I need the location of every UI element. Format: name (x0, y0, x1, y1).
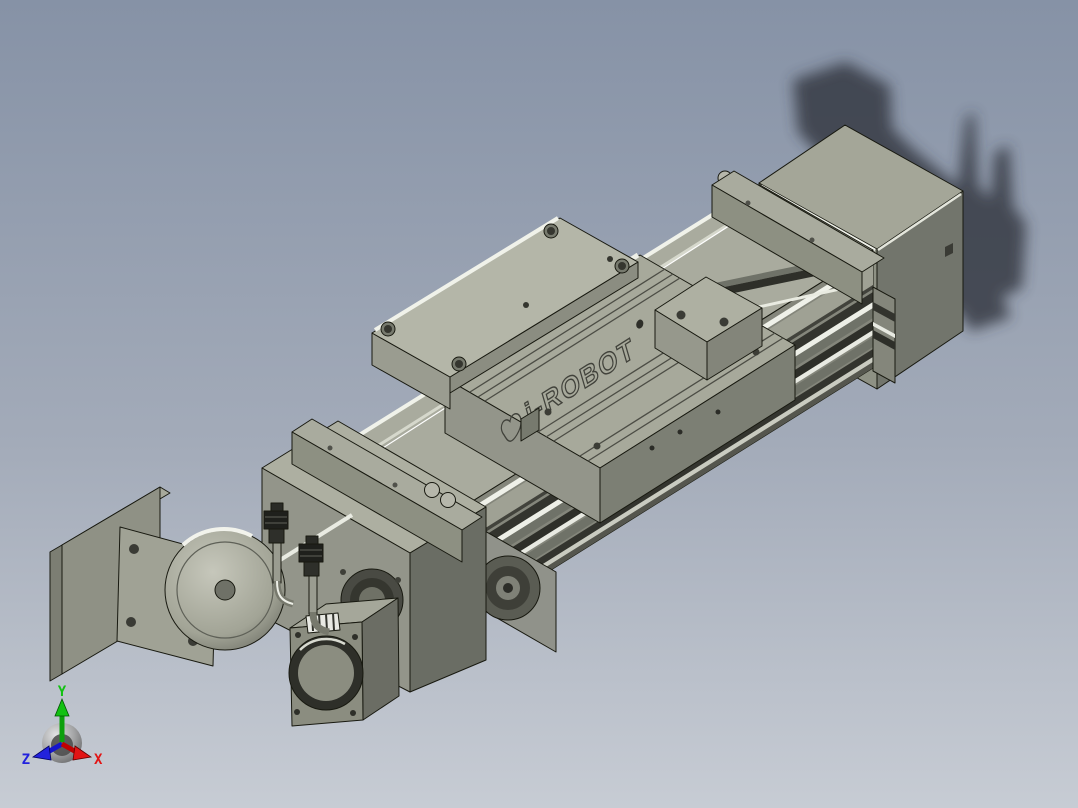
connector-stem (272, 542, 282, 584)
axis-y-label: Y (58, 684, 67, 700)
axis-x-label: X (94, 752, 103, 768)
connector-cap (298, 543, 324, 563)
connector-stem (308, 575, 318, 615)
connector-cap (263, 510, 289, 530)
cad-viewport[interactable]: i-ROBOT Z X Y (0, 0, 1078, 808)
gear-head-motor[interactable] (288, 597, 400, 727)
motor-body[interactable] (164, 526, 286, 651)
guide-rod-end (424, 482, 440, 498)
rail-end-stub (872, 286, 896, 384)
guide-rod-end (440, 492, 456, 508)
axis-z-label: Z (22, 752, 30, 768)
